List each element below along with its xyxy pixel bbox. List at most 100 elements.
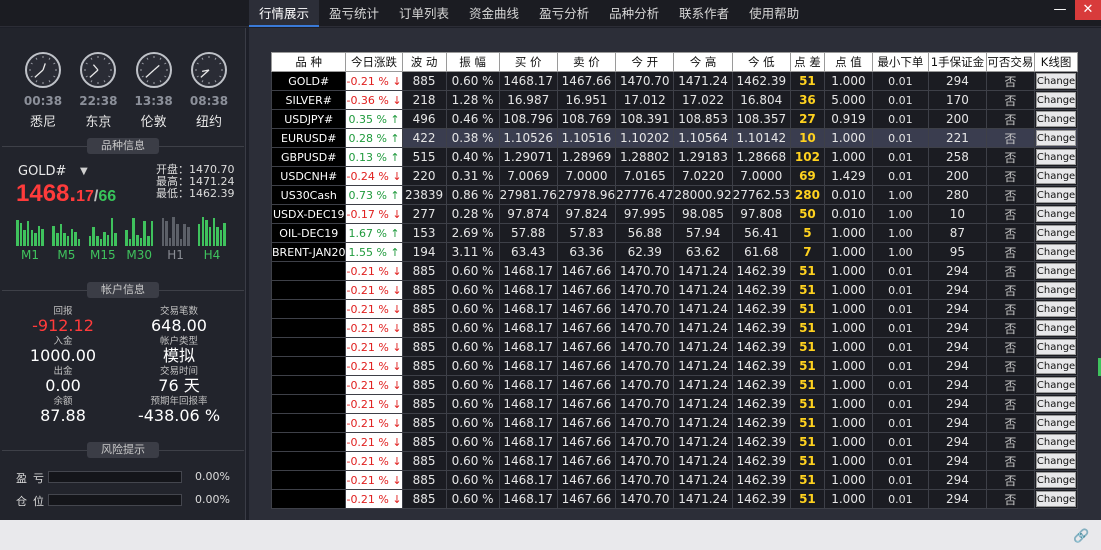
table-cell: 0.60 % [445,394,500,414]
table-cell: 51 [789,71,825,91]
table-cell: -0.21 % ↓ [345,356,403,376]
change-chart-button[interactable]: Change [1035,377,1077,393]
table-row[interactable]: -0.21 % ↓ 885 0.60 % 1468.17 1467.66 1470.70 1… [270,299,1079,319]
column-header[interactable]: 振 幅 [445,52,500,72]
kline-cell: Change [1033,280,1079,300]
table-cell: 1.000 [823,261,873,281]
tab-profit-stats[interactable]: 盈亏统计 [319,0,389,27]
table-cell: 1.00 [871,223,929,243]
signal-m15: M15 [88,212,117,262]
tab-profit-analysis[interactable]: 盈亏分析 [529,0,599,27]
table-row[interactable]: OIL-DEC19 1.67 % ↑ 153 2.69 % 57.88 57.83 56.8… [270,223,1079,243]
column-header[interactable]: 波 动 [401,52,447,72]
change-chart-button[interactable]: Change [1035,244,1077,260]
change-chart-button[interactable]: Change [1035,282,1077,298]
table-row[interactable]: EURUSD# 0.28 % ↑ 422 0.38 % 1.10526 1.10516 1.… [270,128,1079,148]
kline-cell: Change [1033,299,1079,319]
column-header[interactable]: 今日涨跌 [345,52,403,72]
column-header[interactable]: 可否交易 [985,52,1035,72]
table-cell: 1.000 [823,394,873,414]
account-annual-return: 预期年回报率 -438.06 % [137,396,221,425]
tab-contact-author[interactable]: 联系作者 [669,0,739,27]
column-header[interactable]: 点 值 [823,52,873,72]
change-chart-button[interactable]: Change [1035,130,1077,146]
column-header[interactable]: 品 种 [270,52,347,72]
table-cell: 0.01 [871,356,929,376]
change-chart-button[interactable]: Change [1035,396,1077,412]
table-row[interactable]: -0.21 % ↓ 885 0.60 % 1468.17 1467.66 1470.70 1… [270,394,1079,414]
tab-market[interactable]: 行情展示 [249,0,320,27]
column-header[interactable]: 今 低 [731,52,791,72]
change-chart-button[interactable]: Change [1035,73,1077,89]
tab-equity-curve[interactable]: 资金曲线 [459,0,529,27]
column-header[interactable]: 今 开 [615,52,675,72]
column-header[interactable]: 卖 价 [556,52,617,72]
table-cell: 1.000 [823,356,873,376]
change-chart-button[interactable]: Change [1035,301,1077,317]
column-header[interactable]: 今 高 [673,52,733,72]
table-cell: 1467.66 [556,280,617,300]
table-row[interactable]: -0.21 % ↓ 885 0.60 % 1468.17 1467.66 1470.70 1… [270,489,1079,509]
table-row[interactable]: GBPUSD# 0.13 % ↑ 515 0.40 % 1.29071 1.28969 1.… [270,147,1079,167]
link-icon[interactable]: 🔗 [1073,530,1089,544]
table-row[interactable]: -0.21 % ↓ 885 0.60 % 1468.17 1467.66 1470.70 1… [270,451,1079,471]
tab-order-list[interactable]: 订单列表 [389,0,459,27]
column-header[interactable]: 最小下单 [871,52,929,72]
table-row[interactable]: -0.21 % ↓ 885 0.60 % 1468.17 1467.66 1470.70 1… [270,280,1079,300]
change-chart-button[interactable]: Change [1035,339,1077,355]
table-row[interactable]: USDCNH# -0.24 % ↓ 220 0.31 % 7.0069 7.0000 7.0… [270,166,1079,186]
change-chart-button[interactable]: Change [1035,111,1077,127]
table-cell: 280 [927,185,987,205]
column-header[interactable]: 点 差 [789,52,825,72]
change-chart-button[interactable]: Change [1035,320,1077,336]
symbol-selector[interactable]: GOLD# [18,164,66,179]
table-row[interactable]: -0.21 % ↓ 885 0.60 % 1468.17 1467.66 1470.70 1… [270,375,1079,395]
tab-help[interactable]: 使用帮助 [739,0,809,27]
table-row[interactable]: -0.21 % ↓ 885 0.60 % 1468.17 1467.66 1470.70 1… [270,261,1079,281]
table-cell: 27978.96 [556,185,617,205]
table-cell: 1.29071 [498,147,558,167]
table-row[interactable]: US30Cash 0.73 % ↑ 23839 0.86 % 27981.76 27978… [270,185,1079,205]
signal-m5: M5 [52,212,81,262]
table-cell: 51 [789,470,825,490]
table-cell: 否 [985,204,1035,224]
table-row[interactable]: -0.21 % ↓ 885 0.60 % 1468.17 1467.66 1470.70 1… [270,470,1079,490]
change-chart-button[interactable]: Change [1035,263,1077,279]
table-row[interactable]: SILVER# -0.36 % ↓ 218 1.28 % 16.987 16.951 17.… [270,90,1079,110]
change-chart-button[interactable]: Change [1035,187,1077,203]
minimize-button[interactable]: — [1045,0,1075,20]
caret-down-icon[interactable]: ▼ [80,166,88,177]
kline-cell: Change [1033,375,1079,395]
change-chart-button[interactable]: Change [1035,472,1077,488]
table-row[interactable]: USDX-DEC19 -0.17 % ↓ 277 0.28 % 97.874 97.824… [270,204,1079,224]
table-cell: 56.41 [731,223,791,243]
table-row[interactable]: BRENT-JAN20 1.55 % ↑ 194 3.11 % 63.43 63.36 62… [270,242,1079,262]
close-button[interactable]: ✕ [1075,0,1101,20]
change-chart-button[interactable]: Change [1035,358,1077,374]
change-chart-button[interactable]: Change [1035,168,1077,184]
change-chart-button[interactable]: Change [1035,434,1077,450]
column-header[interactable]: 买 价 [498,52,558,72]
table-row[interactable]: -0.21 % ↓ 885 0.60 % 1468.17 1467.66 1470.70 1… [270,432,1079,452]
table-row[interactable]: -0.21 % ↓ 885 0.60 % 1468.17 1467.66 1470.70 1… [270,356,1079,376]
table-row[interactable]: GOLD# -0.21 % ↓ 885 0.60 % 1468.17 1467.66 147… [270,71,1079,91]
column-header[interactable]: 1手保证金 [927,52,987,72]
change-chart-button[interactable]: Change [1035,206,1077,222]
clock-time: 22:38 [79,94,118,108]
table-cell: 294 [927,261,987,281]
change-chart-button[interactable]: Change [1035,92,1077,108]
change-chart-button[interactable]: Change [1035,453,1077,469]
table-row[interactable]: USDJPY# 0.35 % ↑ 496 0.46 % 108.796 108.769 10… [270,109,1079,129]
table-row[interactable]: -0.21 % ↓ 885 0.60 % 1468.17 1467.66 1470.70 1… [270,318,1079,338]
column-header[interactable]: K线图 [1033,52,1079,72]
table-row[interactable]: -0.21 % ↓ 885 0.60 % 1468.17 1467.66 1470.70 1… [270,337,1079,357]
table-cell: 0.60 % [445,299,500,319]
change-chart-button[interactable]: Change [1035,149,1077,165]
table-row[interactable]: -0.21 % ↓ 885 0.60 % 1468.17 1467.66 1470.70 1… [270,413,1079,433]
main-tabs: 行情展示 盈亏统计 订单列表 资金曲线 盈亏分析 品种分析 联系作者 使用帮助 [249,0,809,27]
change-chart-button[interactable]: Change [1035,415,1077,431]
change-chart-button[interactable]: Change [1035,225,1077,241]
table-cell: 51 [789,394,825,414]
tab-symbol-analysis[interactable]: 品种分析 [599,0,669,27]
change-chart-button[interactable]: Change [1035,491,1077,507]
